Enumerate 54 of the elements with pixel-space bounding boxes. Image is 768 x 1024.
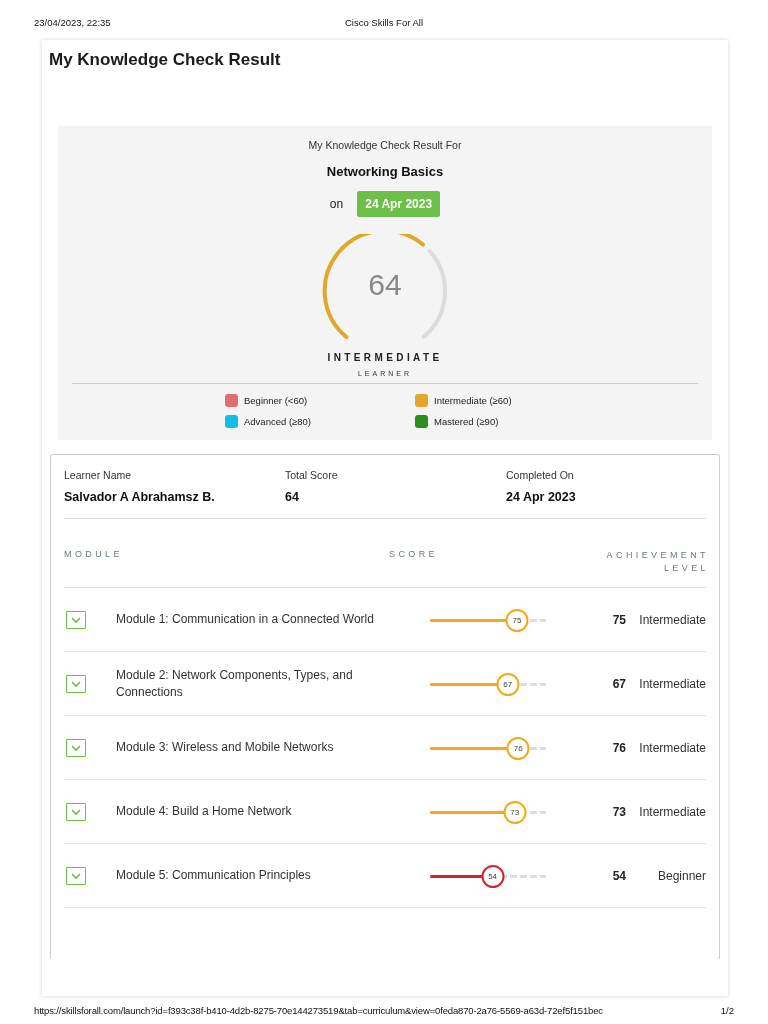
legend-label: Mastered (≥90) — [434, 416, 499, 427]
chevron-down-icon — [70, 679, 82, 688]
on-label: on — [329, 197, 344, 211]
module-name: Module 3: Wireless and Mobile Networks — [116, 739, 335, 756]
result-heading: My Knowledge Check Result For — [308, 139, 462, 151]
page-title: My Knowledge Check Result — [49, 50, 282, 70]
score-thumb: 54 — [481, 864, 505, 888]
module-name: Module 2: Network Components, Types, and Connections — [116, 666, 354, 701]
module-name: Module 5: Communication Principles — [116, 867, 312, 884]
field-label: Total Score — [285, 469, 339, 481]
score-thumb: 76 — [506, 736, 530, 760]
chevron-down-icon — [70, 807, 82, 816]
module-name: Module 1: Communication in a Connected World — [116, 611, 375, 628]
module-score: 75 — [611, 612, 626, 627]
expand-button[interactable] — [66, 674, 86, 693]
achievement-level: Beginner — [656, 868, 706, 883]
field-label: Learner Name — [64, 469, 133, 481]
field-label: Completed On — [506, 469, 575, 481]
expand-button[interactable] — [66, 802, 86, 821]
field-value: Salvador A Abrahamsz B. — [64, 490, 216, 504]
achievement-level: Intermediate — [638, 740, 706, 755]
legend-label: Intermediate (≥60) — [434, 395, 512, 406]
module-name: Module 4: Build a Home Network — [116, 803, 293, 820]
module-score: 67 — [611, 676, 626, 691]
score-thumb: 75 — [505, 608, 529, 632]
score-value: 64 — [367, 268, 403, 302]
page-url: https://skillsforall.com/launch?id=f393c38f-b410-4d2b-8275-70e144273519&tab=curriculum&view=0feda870-2a76-5569-a63d-72ef5f151bec — [34, 1004, 603, 1016]
column-header: SCORE — [389, 549, 438, 559]
expand-button[interactable] — [66, 866, 86, 885]
chevron-down-icon — [70, 615, 82, 624]
chevron-down-icon — [70, 871, 82, 880]
field-value: 64 — [285, 490, 300, 504]
expand-button[interactable] — [66, 610, 86, 629]
module-score: 54 — [611, 868, 626, 883]
rank-title: INTERMEDIATE — [327, 352, 443, 363]
print-title: Cisco Skills For All — [343, 17, 425, 28]
print-date: 23/04/2023, 22:35 — [34, 17, 112, 28]
achievement-level: Intermediate — [638, 612, 706, 627]
expand-button[interactable] — [66, 738, 86, 757]
score-thumb: 73 — [503, 800, 527, 824]
achievement-level: Intermediate — [638, 676, 706, 691]
course-name: Networking Basics — [326, 164, 444, 179]
achievement-level: Intermediate — [638, 804, 706, 819]
score-thumb: 67 — [496, 672, 520, 696]
legend-label: Advanced (≥80) — [244, 416, 311, 427]
column-header: MODULE — [64, 549, 123, 559]
page-number: 1/2 — [720, 1004, 734, 1016]
module-score: 76 — [611, 740, 626, 755]
legend-label: Beginner (<60) — [244, 395, 308, 406]
date-badge: 24 Apr 2023 — [357, 191, 441, 217]
module-score: 73 — [611, 804, 626, 819]
column-header: ACHIEVEMENT LEVEL — [605, 549, 709, 575]
field-value: 24 Apr 2023 — [506, 490, 577, 504]
chevron-down-icon — [70, 743, 82, 752]
